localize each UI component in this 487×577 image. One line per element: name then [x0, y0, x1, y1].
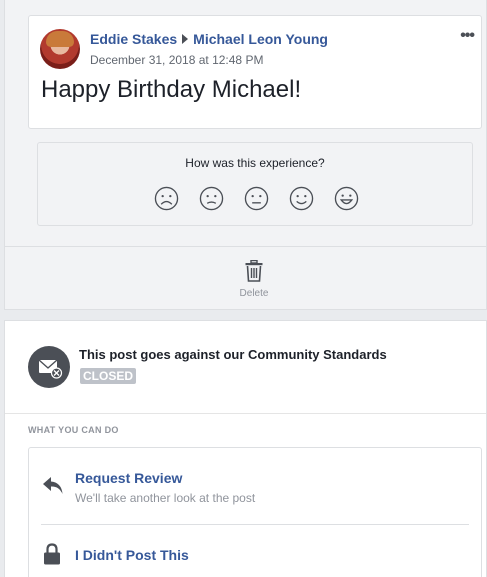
request-review-option[interactable]: Request Review We'll take another look a… [29, 448, 481, 524]
status-title: This post goes against our Community Sta… [79, 347, 387, 362]
feedback-question: How was this experience? [185, 156, 325, 170]
didnt-post-title[interactable]: I Didn't Post This [75, 547, 189, 563]
feedback-faces [154, 186, 359, 211]
post-timestamp[interactable]: December 31, 2018 at 12:48 PM [90, 53, 263, 67]
author-avatar[interactable] [40, 29, 80, 69]
very-sad-face-icon[interactable] [154, 186, 179, 211]
happy-face-icon[interactable] [289, 186, 314, 211]
divider [5, 246, 486, 247]
recipient-link[interactable]: Michael Leon Young [193, 31, 328, 47]
post-panel: Eddie Stakes Michael Leon Young December … [4, 0, 487, 310]
lock-icon [44, 543, 60, 565]
neutral-face-icon[interactable] [244, 186, 269, 211]
status-badge: CLOSED [80, 368, 137, 384]
request-review-title[interactable]: Request Review [75, 470, 182, 486]
delete-label[interactable]: Delete [5, 288, 487, 299]
hidden-message-icon [28, 346, 70, 388]
actions-list: Request Review We'll take another look a… [28, 447, 482, 577]
experience-feedback: How was this experience? [37, 142, 473, 226]
post-card: Eddie Stakes Michael Leon Young December … [28, 15, 482, 129]
ellipsis-icon[interactable]: ••• [460, 27, 475, 45]
arrow-right-icon [182, 34, 189, 44]
author-link[interactable]: Eddie Stakes [90, 31, 177, 47]
reply-arrow-icon [43, 477, 63, 494]
trash-icon[interactable] [245, 260, 263, 282]
divider [41, 524, 469, 525]
very-happy-face-icon[interactable] [334, 186, 359, 211]
section-heading: WHAT YOU CAN DO [28, 425, 119, 435]
didnt-post-option[interactable]: I Didn't Post This [29, 526, 481, 577]
divider [5, 413, 486, 414]
request-review-subtitle: We'll take another look at the post [75, 491, 256, 505]
community-standards-panel: This post goes against our Community Sta… [4, 320, 487, 577]
post-header: Eddie Stakes Michael Leon Young [90, 31, 328, 47]
post-text: Happy Birthday Michael! [41, 76, 302, 103]
sad-face-icon[interactable] [199, 186, 224, 211]
